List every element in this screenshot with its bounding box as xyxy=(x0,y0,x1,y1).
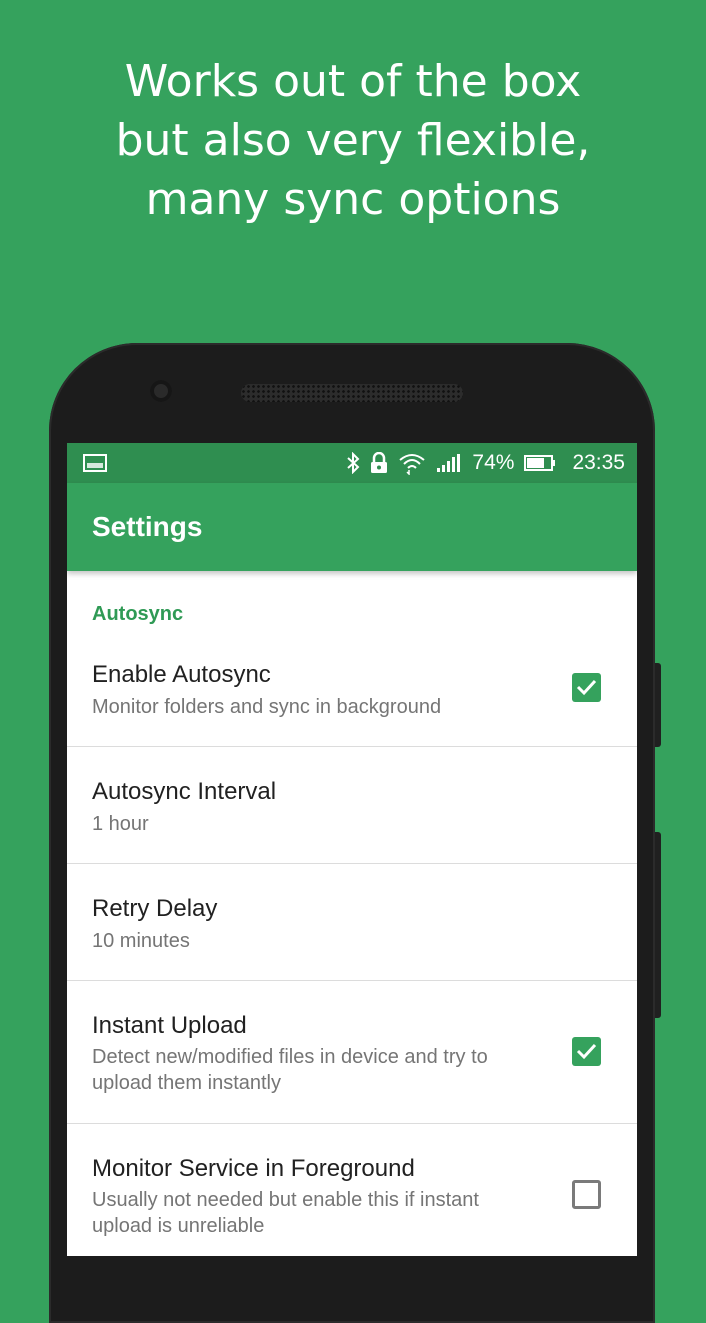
pref-summary: Usually not needed but enable this if in… xyxy=(92,1189,479,1237)
power-button xyxy=(655,832,661,1018)
checkbox-enable-autosync[interactable] xyxy=(572,673,601,702)
battery-icon xyxy=(524,454,556,472)
pref-summary: 1 hour xyxy=(92,813,149,835)
pref-summary: 10 minutes xyxy=(92,930,190,952)
pref-title: Monitor Service in Foreground xyxy=(92,1155,415,1182)
signal-icon xyxy=(436,453,462,473)
pref-title: Enable Autosync xyxy=(92,661,271,688)
pref-enable-autosync[interactable]: Enable Autosync Monitor folders and sync… xyxy=(67,629,637,747)
pref-autosync-interval[interactable]: Autosync Interval 1 hour xyxy=(67,747,637,864)
checkbox-instant-upload[interactable] xyxy=(572,1037,601,1066)
headline-line-3: many sync options xyxy=(145,174,561,225)
phone-screen: 74% 23:35 Settings Autosync Enable Autos… xyxy=(67,443,637,1256)
bluetooth-icon xyxy=(346,452,360,474)
promo-headline: Works out of the box but also very flexi… xyxy=(0,52,706,229)
section-header-autosync: Autosync xyxy=(92,603,184,625)
pref-title: Autosync Interval xyxy=(92,778,277,805)
volume-button xyxy=(655,663,661,747)
battery-percent: 74% xyxy=(472,451,515,474)
earpiece-speaker xyxy=(241,384,463,402)
app-toolbar: Settings xyxy=(67,483,637,571)
pref-summary: Monitor folders and sync in background xyxy=(92,696,442,718)
front-camera xyxy=(150,380,172,402)
pref-title: Instant Upload xyxy=(92,1012,247,1039)
pref-instant-upload[interactable]: Instant Upload Detect new/modified files… xyxy=(67,981,637,1124)
status-bar: 74% 23:35 xyxy=(67,443,637,483)
notification-image-icon xyxy=(83,454,107,478)
lock-icon xyxy=(370,452,388,474)
pref-retry-delay[interactable]: Retry Delay 10 minutes xyxy=(67,864,637,981)
toolbar-title: Settings xyxy=(92,511,203,542)
pref-title: Retry Delay xyxy=(92,895,218,922)
wifi-icon xyxy=(398,451,426,475)
clock-time: 23:35 xyxy=(572,451,625,474)
pref-summary: Detect new/modified files in device and … xyxy=(92,1046,488,1094)
pref-monitor-service[interactable]: Monitor Service in Foreground Usually no… xyxy=(67,1124,637,1256)
checkbox-monitor-service[interactable] xyxy=(572,1180,601,1209)
headline-line-1: Works out of the box xyxy=(124,56,582,107)
headline-line-2: but also very flexible, xyxy=(115,115,591,166)
